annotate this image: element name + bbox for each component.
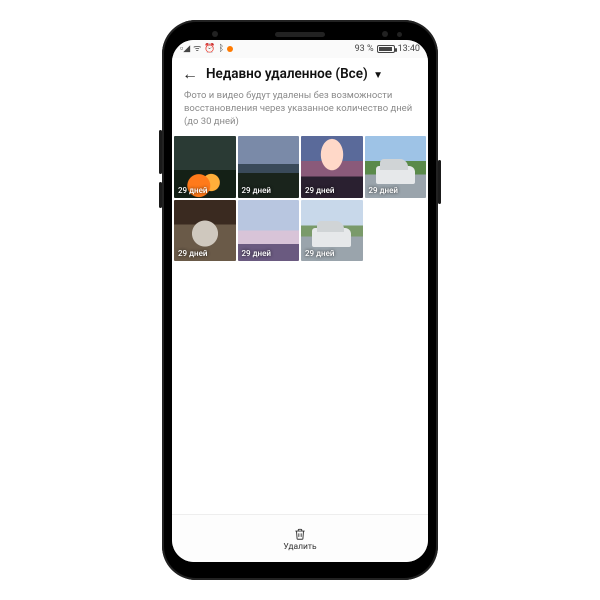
bixby-button (159, 182, 162, 208)
notification-dot-icon (227, 46, 233, 52)
alarm-icon: ⏰ (204, 45, 215, 54)
page-title[interactable]: Недавно удаленное (Все) ▼ (206, 66, 383, 82)
battery-icon (377, 45, 395, 53)
days-remaining-label: 29 дней (178, 186, 207, 195)
screen: ▫◢ ᯤ ⏰ ᛒ 93 % 13:40 ← Недавно удаленное … (172, 40, 428, 562)
days-remaining-label: 29 дней (305, 249, 334, 258)
days-remaining-label: 29 дней (369, 186, 398, 195)
days-remaining-label: 29 дней (305, 186, 334, 195)
thumbnail[interactable]: 29 дней (301, 136, 363, 198)
thumbnail[interactable]: 29 дней (174, 136, 236, 198)
page-title-text: Недавно удаленное (Все) (206, 66, 368, 82)
thumbnail[interactable]: 29 дней (174, 200, 236, 262)
bottom-toolbar: Удалить (172, 514, 428, 562)
back-icon[interactable]: ← (182, 66, 198, 82)
days-remaining-label: 29 дней (242, 186, 271, 195)
days-remaining-label: 29 дней (178, 249, 207, 258)
battery-percent: 93 % (355, 44, 374, 54)
thumbnail[interactable]: 29 дней (238, 200, 300, 262)
days-remaining-label: 29 дней (242, 249, 271, 258)
thumbnail[interactable]: 29 дней (365, 136, 427, 198)
header: ← Недавно удаленное (Все) ▼ (172, 58, 428, 88)
info-text: Фото и видео будут удалены без возможнос… (172, 88, 428, 136)
delete-button-label[interactable]: Удалить (283, 542, 316, 552)
volume-button (159, 130, 162, 174)
bluetooth-icon: ᛒ (219, 45, 224, 54)
signal-icon: ▫◢ (180, 45, 190, 54)
power-button (438, 160, 441, 204)
thumbnail[interactable]: 29 дней (301, 200, 363, 262)
clock: 13:40 (398, 44, 420, 54)
phone-frame: ▫◢ ᯤ ⏰ ᛒ 93 % 13:40 ← Недавно удаленное … (162, 20, 438, 580)
trash-icon[interactable] (293, 526, 307, 540)
status-bar: ▫◢ ᯤ ⏰ ᛒ 93 % 13:40 (172, 40, 428, 58)
top-hardware (162, 26, 438, 42)
chevron-down-icon: ▼ (373, 70, 383, 81)
thumbnail-grid: 29 дней 29 дней 29 дней 29 дней 29 дней … (172, 136, 428, 261)
thumbnail[interactable]: 29 дней (238, 136, 300, 198)
wifi-icon: ᯤ (193, 45, 201, 54)
